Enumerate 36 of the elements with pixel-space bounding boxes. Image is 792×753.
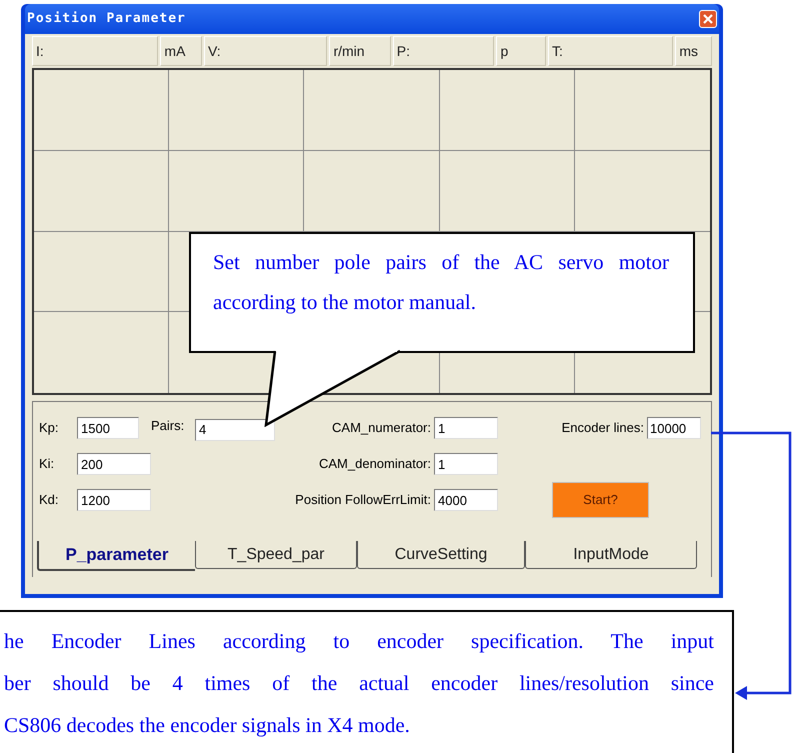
unit-label: ms: [675, 36, 712, 66]
field-label: Ki:: [39, 455, 56, 474]
tab[interactable]: CurveSetting: [357, 541, 525, 569]
close-button[interactable]: [699, 10, 717, 28]
tab[interactable]: T_Speed_par: [195, 541, 357, 569]
window-title: Position Parameter: [27, 10, 186, 28]
unit-label: p: [496, 36, 546, 66]
callout-text-line: ber should be 4 times of the actual encoder lines/resolution since: [4, 670, 714, 697]
field-label: Kd:: [39, 491, 60, 510]
readout-label: V:: [204, 36, 328, 66]
close-icon: [703, 14, 713, 24]
input-field[interactable]: 4: [195, 418, 275, 440]
input-field[interactable]: 1: [434, 417, 498, 439]
callout-text: Set number pole pairs of the AC servo motor according to the motor manual.: [213, 249, 669, 316]
input-field[interactable]: 1200: [77, 489, 151, 511]
field-label: CAM_denominator:: [318, 455, 432, 474]
field-label: Kp:: [39, 419, 60, 438]
input-field[interactable]: 1: [434, 453, 498, 475]
input-field[interactable]: 4000: [434, 489, 498, 511]
readout-label: I:: [32, 36, 158, 66]
field-label: Pairs:: [151, 417, 186, 435]
input-field[interactable]: 10000: [647, 417, 701, 439]
input-field[interactable]: 200: [77, 453, 151, 475]
field-label: Encoder lines:: [560, 419, 645, 438]
start-button[interactable]: Start?: [552, 482, 649, 518]
tab[interactable]: InputMode: [525, 541, 697, 569]
unit-label: r/min: [329, 36, 391, 66]
readout-label: P:: [392, 36, 494, 66]
readout-label: T:: [548, 36, 674, 66]
input-field[interactable]: 1500: [77, 417, 139, 439]
unit-label: mA: [160, 36, 202, 66]
field-label: CAM_numerator:: [331, 419, 432, 438]
callout-text-line: CS806 decodes the encoder signals in X4 mode.: [4, 712, 411, 739]
callout-text-line: he Encoder Lines according to encoder specification. The input: [4, 628, 714, 655]
tab[interactable]: P_parameter: [37, 541, 195, 571]
field-label: Position FollowErrLimit:: [294, 491, 432, 510]
